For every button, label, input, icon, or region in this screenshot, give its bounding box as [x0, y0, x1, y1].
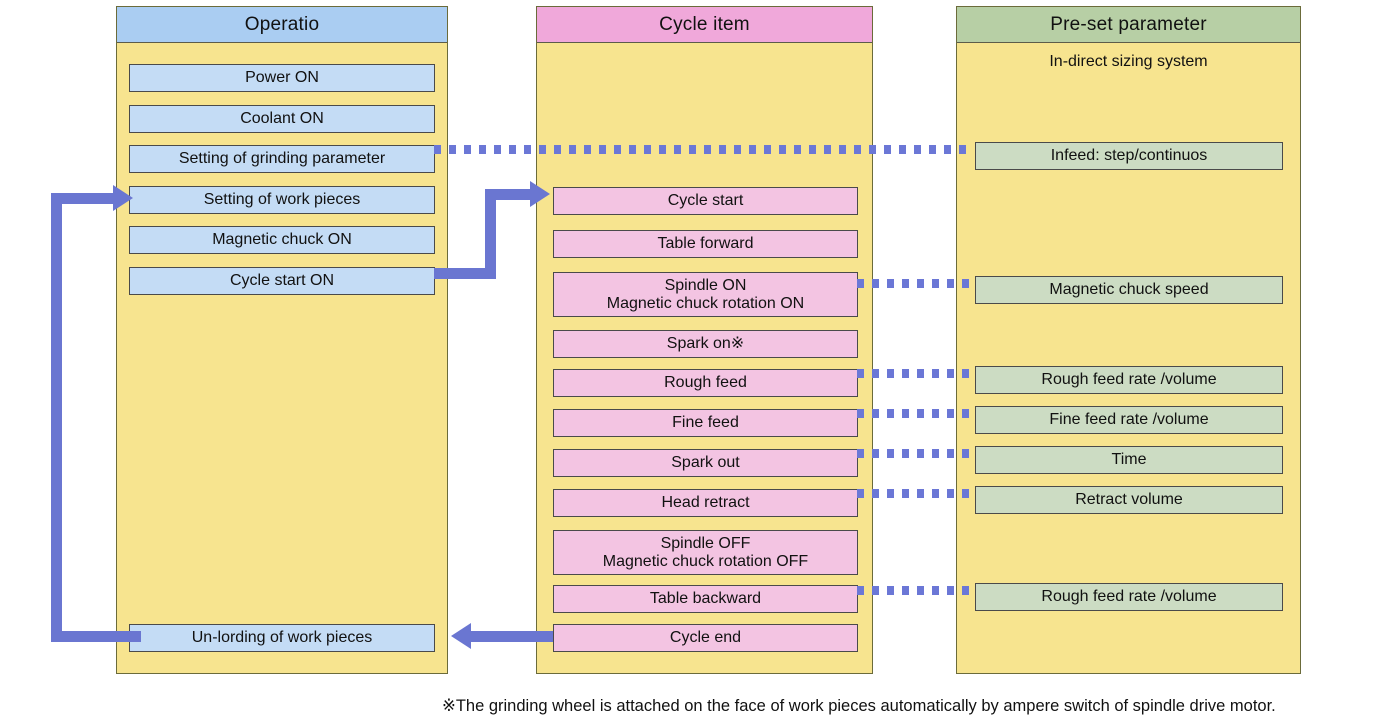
dotted-link-spindle-on-to-chuck-speed: [857, 279, 974, 288]
dotted-link-head-retract-to-retract-volume: [857, 489, 974, 498]
operation-item-setting-grinding-parameter[interactable]: Setting of grinding parameter: [129, 145, 435, 173]
column-operation: Operatio Power ON Coolant ON Setting of …: [116, 6, 448, 674]
dotted-link-table-backward-to-rough-rate-2: [857, 586, 974, 595]
loop-arrow-head-into-setting-work-pieces: [113, 185, 133, 211]
preset-item-retract-volume[interactable]: Retract volume: [975, 486, 1283, 514]
dotted-link-fine-feed-to-fine-rate: [857, 409, 974, 418]
cycle-item-table-forward[interactable]: Table forward: [553, 230, 858, 258]
cycle-item-spindle-on[interactable]: Spindle ON Magnetic chuck rotation ON: [553, 272, 858, 317]
preset-subtitle: In-direct sizing system: [1049, 53, 1208, 70]
cycle-item-rough-feed[interactable]: Rough feed: [553, 369, 858, 397]
operation-item-magnetic-chuck-on[interactable]: Magnetic chuck ON: [129, 226, 435, 254]
column-operation-header: Operatio: [117, 7, 447, 43]
preset-item-infeed[interactable]: Infeed: step/continuos: [975, 142, 1283, 170]
operation-item-setting-work-pieces[interactable]: Setting of work pieces: [129, 186, 435, 214]
operation-item-coolant-on[interactable]: Coolant ON: [129, 105, 435, 133]
preset-item-rough-feed-rate-volume[interactable]: Rough feed rate /volume: [975, 366, 1283, 394]
footnote-caption: ※The grinding wheel is attached on the f…: [442, 697, 1276, 715]
cycle-item-cycle-start[interactable]: Cycle start: [553, 187, 858, 215]
dotted-link-spark-out-to-time: [857, 449, 974, 458]
loop-arrow-vertical-segment: [51, 193, 62, 642]
start-arrow-head-into-cycle-start: [530, 181, 550, 207]
dotted-link-rough-feed-to-rough-rate: [857, 369, 974, 378]
preset-item-magnetic-chuck-speed[interactable]: Magnetic chuck speed: [975, 276, 1283, 304]
column-cycle-item-header: Cycle item: [537, 7, 872, 43]
column-preset-parameter: Pre-set parameter In-direct sizing syste…: [956, 6, 1301, 674]
cycle-item-spindle-off[interactable]: Spindle OFF Magnetic chuck rotation OFF: [553, 530, 858, 575]
loop-arrow-top-segment: [51, 193, 119, 204]
cycle-item-head-retract[interactable]: Head retract: [553, 489, 858, 517]
dotted-link-grinding-parameter-to-infeed: [434, 145, 974, 154]
preset-item-fine-feed-rate-volume[interactable]: Fine feed rate /volume: [975, 406, 1283, 434]
end-arrow-head-into-unlording: [451, 623, 471, 649]
end-arrow-horizontal: [471, 631, 553, 642]
start-arrow-horizontal-upper: [485, 189, 536, 200]
preset-item-rough-feed-rate-volume-2[interactable]: Rough feed rate /volume: [975, 583, 1283, 611]
preset-item-time[interactable]: Time: [975, 446, 1283, 474]
operation-item-cycle-start-on[interactable]: Cycle start ON: [129, 267, 435, 295]
cycle-item-cycle-end[interactable]: Cycle end: [553, 624, 858, 652]
cycle-item-spark-out[interactable]: Spark out: [553, 449, 858, 477]
operation-item-unlording-work-pieces[interactable]: Un-lording of work pieces: [129, 624, 435, 652]
operation-item-power-on[interactable]: Power ON: [129, 64, 435, 92]
cycle-item-fine-feed[interactable]: Fine feed: [553, 409, 858, 437]
start-arrow-vertical: [485, 189, 496, 279]
cycle-item-spark-on[interactable]: Spark on※: [553, 330, 858, 358]
loop-arrow-bottom-segment: [51, 631, 141, 642]
column-preset-parameter-header: Pre-set parameter: [957, 7, 1300, 43]
diagram-canvas: Operatio Power ON Coolant ON Setting of …: [0, 0, 1374, 725]
cycle-item-table-backward[interactable]: Table backward: [553, 585, 858, 613]
column-cycle-item: Cycle item Cycle start Table forward Spi…: [536, 6, 873, 674]
